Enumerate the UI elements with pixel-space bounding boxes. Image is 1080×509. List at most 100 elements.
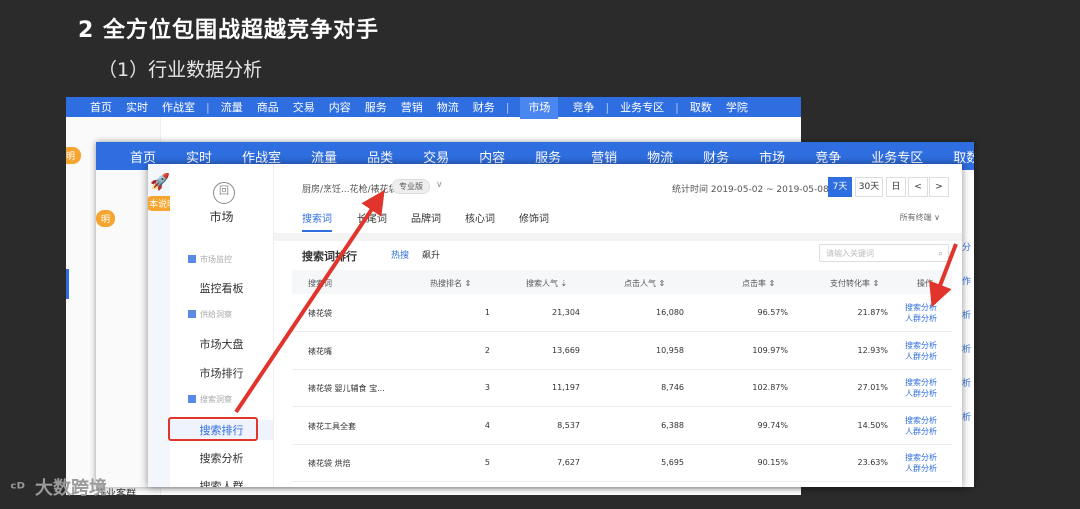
crowd-analysis-link[interactable]: 人群分析 xyxy=(905,351,937,362)
search-analysis-link[interactable]: 搜索分析 xyxy=(905,415,937,426)
cell-cvr: 14.50% xyxy=(857,420,888,430)
cell-cvr: 23.63% xyxy=(857,458,888,467)
mid-nav-item[interactable]: 品类 xyxy=(367,147,393,166)
back-nav-item[interactable]: 营销 xyxy=(401,99,423,115)
watermark: ᶜᴰ 大数跨境 xyxy=(10,478,107,499)
mid-edge-label: 析 xyxy=(961,345,971,355)
cell-word: 裱花袋 xyxy=(308,309,332,318)
tab-hot[interactable]: 热搜 xyxy=(391,248,409,261)
terminal-select[interactable]: 所有终端 ∨ xyxy=(900,212,940,223)
cell-ctr: 90.15% xyxy=(757,458,788,467)
nav-separator: | xyxy=(605,100,610,114)
table-row: 裱花袋 婴儿辅食 宝... 3 11,197 8,746 102.87% 27.01% 搜索… xyxy=(292,369,952,407)
tab-brand[interactable]: 品牌词 xyxy=(411,210,441,225)
watermark-logo: ᶜᴰ xyxy=(10,479,25,498)
tab-core[interactable]: 核心词 xyxy=(465,210,495,225)
mid-nav-item[interactable]: 服务 xyxy=(535,147,561,166)
back-nav-item[interactable]: 首页 xyxy=(90,99,112,115)
nav-separator: | xyxy=(675,100,679,114)
col-ctr[interactable]: 点击率 ⇕ xyxy=(742,278,775,289)
back-nav-item[interactable]: 服务 xyxy=(365,99,387,115)
back-badge: 明 xyxy=(66,147,82,164)
range-30day-button[interactable]: 30天 xyxy=(855,177,883,197)
search-icon[interactable]: ⌕ xyxy=(939,245,943,263)
mid-nav-item[interactable]: 财务 xyxy=(703,147,729,166)
back-nav-item[interactable]: 作战室 xyxy=(162,99,195,115)
back-nav-item[interactable]: 流量 xyxy=(221,99,243,115)
tab-long-tail[interactable]: 长尾词 xyxy=(357,210,387,225)
search-analysis-link[interactable]: 搜索分析 xyxy=(905,302,937,313)
tab-search-words[interactable]: 搜索词 xyxy=(302,210,332,232)
crowd-analysis-link[interactable]: 人群分析 xyxy=(905,426,937,437)
sidebar-item-monitor-board[interactable]: 监控看板 xyxy=(170,280,273,296)
sidebar-item-search-analysis[interactable]: 搜索分析 xyxy=(170,450,273,466)
cell-cvr: 27.01% xyxy=(857,383,888,392)
section-supply-title: 供给洞察 xyxy=(188,309,232,320)
col-cvr[interactable]: 支付转化率 ⇕ xyxy=(830,278,879,289)
back-nav-item[interactable]: 商品 xyxy=(257,99,279,115)
mid-edge-label: 分 xyxy=(961,243,971,253)
back-nav-item[interactable]: 竞争 xyxy=(572,99,594,115)
back-nav-item[interactable]: 内容 xyxy=(329,99,351,115)
cell-click: 6,388 xyxy=(661,420,684,430)
back-nav-item[interactable]: 市场 xyxy=(520,97,559,119)
search-analysis-link[interactable]: 搜索分析 xyxy=(905,377,937,388)
cell-pop: 21,304 xyxy=(552,308,580,317)
breadcrumb[interactable]: 厨房/烹饪...花枪/裱花袋 xyxy=(302,182,398,195)
search-analysis-link[interactable]: 搜索分析 xyxy=(905,452,937,463)
slide-title: 2 全方位包围战超越竞争对手 xyxy=(78,18,379,43)
cell-rank: 3 xyxy=(484,383,490,392)
mid-nav-item[interactable]: 内容 xyxy=(479,147,505,166)
col-clicks[interactable]: 点击人气 ⇕ xyxy=(624,278,665,289)
crowd-analysis-link[interactable]: 人群分析 xyxy=(905,388,937,399)
table-row: 裱花工具全套 4 8,537 6,388 99.74% 14.50% 搜索分析 人群分析 xyxy=(292,407,952,445)
market-icon: 回 xyxy=(213,182,235,204)
range-day-button[interactable]: 日 xyxy=(886,177,906,197)
crowd-analysis-link[interactable]: 人群分析 xyxy=(905,313,937,324)
chevron-down-icon[interactable]: ∨ xyxy=(436,180,443,190)
next-date-button[interactable]: > xyxy=(929,177,949,197)
sidebar-item-market-rank[interactable]: 市场排行 xyxy=(170,365,273,381)
back-nav-item[interactable]: 业务专区 xyxy=(620,99,664,115)
col-rank[interactable]: 热搜排名 ⇕ xyxy=(430,278,471,289)
back-nav-item[interactable]: 财务 xyxy=(473,99,495,115)
mid-nav-item[interactable]: 交易 xyxy=(423,147,449,166)
mid-nav-item[interactable]: 取数 xyxy=(953,147,974,166)
search-analysis-link[interactable]: 搜索分析 xyxy=(905,340,937,351)
table-row: 裱花嘴 2 13,669 10,958 109.97% 12.93% 搜索分析 人群分析 xyxy=(292,332,952,370)
back-nav-item[interactable]: 物流 xyxy=(437,99,459,115)
mid-nav-item[interactable]: 市场 xyxy=(759,147,785,166)
tab-modifier[interactable]: 修饰词 xyxy=(519,210,549,225)
mid-nav-item[interactable]: 作战室 xyxy=(242,147,281,166)
row-actions: 搜索分析 人群分析 xyxy=(905,302,937,324)
sidebar-item-search-crowd[interactable]: 搜索人群 xyxy=(170,478,273,487)
mid-nav-item[interactable]: 竞争 xyxy=(815,147,841,166)
back-nav-item[interactable]: 取数 xyxy=(690,99,712,115)
table-row: 裱花袋 烘焙 5 7,627 5,695 90.15% 23.63% 搜索分析 人群分析 xyxy=(292,444,952,482)
mid-edge-label: 析 xyxy=(961,413,971,423)
row-actions: 搜索分析 人群分析 xyxy=(905,452,937,474)
row-actions: 搜索分析 人群分析 xyxy=(905,340,937,362)
rank-title: 搜索词排行 xyxy=(302,250,357,263)
mid-nav-item[interactable]: 物流 xyxy=(647,147,673,166)
back-nav-item[interactable]: 交易 xyxy=(293,99,315,115)
mid-nav-item[interactable]: 实时 xyxy=(186,147,212,166)
crowd-analysis-link[interactable]: 人群分析 xyxy=(905,463,937,474)
sidebar-item-market-overview[interactable]: 市场大盘 xyxy=(170,336,273,352)
back-nav-item[interactable]: 学院 xyxy=(726,99,748,115)
mid-nav-item[interactable]: 业务专区 xyxy=(871,147,923,166)
mid-nav-item[interactable]: 首页 xyxy=(130,147,156,166)
cell-word: 裱花工具全套 xyxy=(308,421,356,431)
keyword-search-input[interactable]: 请输入关键词 ⌕ xyxy=(819,244,949,262)
cell-rank: 5 xyxy=(484,458,490,467)
back-nav-item[interactable]: 实时 xyxy=(126,99,148,115)
tab-rising[interactable]: 飙升 xyxy=(422,248,440,261)
cell-rank: 4 xyxy=(484,420,490,430)
col-popularity[interactable]: 搜索人气 ⇣ xyxy=(526,278,567,289)
mid-nav-item[interactable]: 流量 xyxy=(311,147,337,166)
range-7day-button[interactable]: 7天 xyxy=(828,177,852,197)
prev-date-button[interactable]: < xyxy=(908,177,928,197)
cell-click: 10,958 xyxy=(656,345,684,355)
cell-cvr: 12.93% xyxy=(857,345,888,355)
mid-nav-item[interactable]: 营销 xyxy=(591,147,617,166)
